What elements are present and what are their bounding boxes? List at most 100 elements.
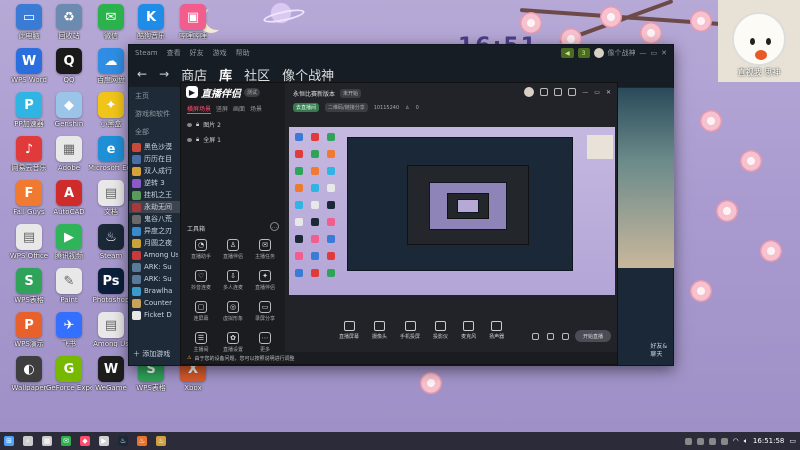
- sidebar-home[interactable]: 主页: [129, 87, 181, 105]
- source-control[interactable]: 摄像头: [372, 320, 387, 340]
- taskbar-app-icon[interactable]: ♨: [118, 436, 128, 446]
- close-icon[interactable]: ✕: [661, 49, 667, 57]
- stream-preview[interactable]: [289, 127, 615, 295]
- game-list-item[interactable]: Among Us: [129, 249, 181, 261]
- toolbox-item[interactable]: ✦ 直播伴侣: [249, 270, 281, 291]
- toolbox-item[interactable]: ✉ 主播任务: [249, 239, 281, 260]
- game-list-item[interactable]: Counter: [129, 297, 181, 309]
- settings-icon[interactable]: [540, 88, 549, 96]
- desktop-icon[interactable]: ◆ Genshin: [46, 92, 92, 128]
- desktop-icon[interactable]: ✈ 飞书: [46, 312, 92, 348]
- game-list-item[interactable]: 鬼谷八荒: [129, 213, 181, 225]
- game-list-item[interactable]: 双人成行: [129, 165, 181, 177]
- camera-toggle-icon[interactable]: [532, 333, 539, 340]
- username-label[interactable]: 像个战神: [608, 48, 636, 58]
- tray-icon[interactable]: [696, 437, 704, 445]
- tray-icon[interactable]: [720, 437, 728, 445]
- taskbar-app-icon[interactable]: ♨: [156, 436, 166, 446]
- wallet-button[interactable]: 3: [577, 48, 590, 58]
- desktop-icon[interactable]: ▶ 腾讯视频: [46, 224, 92, 260]
- rotate-icon[interactable]: [547, 333, 554, 340]
- toolbox-item[interactable]: ♙ 直播伴侣: [217, 239, 249, 260]
- mail-icon[interactable]: [554, 88, 563, 96]
- source-control[interactable]: 扬声器: [489, 320, 504, 340]
- toolbox-item[interactable]: ♡ 抖音连麦: [185, 270, 217, 291]
- source-control[interactable]: 麦克风: [461, 320, 476, 340]
- game-list-item[interactable]: 逆转 3: [129, 177, 181, 189]
- live-companion-window[interactable]: ▶ 直播伴侣 测试 横屏场景 竖屏 画面 场景 🔒︎ 图片 2 🔒︎ 全屏 1 …: [180, 82, 618, 365]
- share-link-button[interactable]: 二维码/链接分享: [325, 103, 368, 112]
- nav-library[interactable]: 库: [219, 65, 232, 84]
- menu-view[interactable]: 查看: [167, 48, 181, 58]
- maximize-icon[interactable]: ▭: [651, 49, 658, 57]
- source-control[interactable]: 投影仪: [433, 320, 448, 340]
- game-list-item[interactable]: ARK: Su: [129, 273, 181, 285]
- menu-steam[interactable]: Steam: [135, 49, 158, 57]
- taskbar-app-icon[interactable]: ▦: [42, 436, 52, 446]
- taskbar-app-icon[interactable]: ♨: [137, 436, 147, 446]
- tab-landscape[interactable]: 横屏场景: [187, 104, 212, 114]
- toolbox-item[interactable]: ⇩ 多人连麦: [217, 270, 249, 291]
- friends-chat-button[interactable]: 好友& 聊天: [650, 343, 667, 359]
- taskbar-app-icon[interactable]: ✉: [61, 436, 71, 446]
- game-list-item[interactable]: 挂机之王: [129, 189, 181, 201]
- desktop-icon[interactable]: ▣ 哔哩哔哩: [170, 4, 216, 40]
- game-list-item[interactable]: 黑色沙漠: [129, 141, 181, 153]
- lock-icon[interactable]: 🔒︎: [196, 136, 199, 144]
- layer-item[interactable]: 🔒︎ 全屏 1: [181, 132, 285, 147]
- volume-icon[interactable]: 🔈︎: [744, 437, 748, 446]
- desktop-icon[interactable]: Q QQ: [46, 48, 92, 84]
- game-list-item[interactable]: ARK: Su: [129, 261, 181, 273]
- add-game-button[interactable]: ＋ 添加游戏: [133, 349, 170, 359]
- network-icon[interactable]: ◠: [733, 437, 739, 445]
- desktop-icon[interactable]: ▦ Adobe: [46, 136, 92, 172]
- start-icon[interactable]: ⊞: [4, 436, 14, 446]
- game-list-item[interactable]: 异度之刃: [129, 225, 181, 237]
- tray-icon[interactable]: [684, 437, 692, 445]
- nav-profile[interactable]: 像个战神: [282, 65, 334, 84]
- game-list-item[interactable]: 历历在目: [129, 153, 181, 165]
- forward-arrow-icon[interactable]: →: [159, 67, 169, 81]
- game-list-item[interactable]: Brawlha: [129, 285, 181, 297]
- minimize-icon[interactable]: —: [640, 49, 647, 57]
- lock-icon[interactable]: 🔒︎: [196, 121, 199, 129]
- footer-message[interactable]: 由于您的设备问题，您可以按照说明进行调整: [194, 355, 294, 362]
- eye-icon[interactable]: [187, 137, 192, 142]
- toolbox-item[interactable]: ◔ 直播助手: [185, 239, 217, 260]
- maximize-icon[interactable]: ▭: [594, 89, 600, 96]
- layer-item[interactable]: 🔒︎ 图片 2: [181, 117, 285, 132]
- nav-store[interactable]: 商店: [181, 65, 207, 84]
- toolbox-item[interactable]: ◎ 虚拟形象: [217, 301, 249, 322]
- desktop-icon[interactable]: G GeForce Experience: [46, 356, 92, 392]
- notification-icon[interactable]: ▭: [789, 437, 796, 445]
- desktop-icon[interactable]: ✎ Paint: [46, 268, 92, 304]
- tab-canvas[interactable]: 画面: [233, 104, 245, 114]
- menu-icon[interactable]: [568, 88, 577, 96]
- minimize-icon[interactable]: —: [582, 89, 588, 96]
- streamer-avatar[interactable]: [524, 87, 535, 97]
- gear-icon[interactable]: [562, 333, 569, 340]
- tab-scene[interactable]: 场景: [250, 104, 262, 114]
- tab-portrait[interactable]: 竖屏: [216, 104, 228, 114]
- toolbox-item[interactable]: ☰ 主播闹: [185, 332, 217, 353]
- desktop-icon[interactable]: K 酷狗音乐: [128, 4, 174, 40]
- source-control[interactable]: 手机投屏: [400, 320, 420, 340]
- game-list-item[interactable]: 月圆之夜: [129, 237, 181, 249]
- eye-icon[interactable]: [187, 122, 192, 127]
- menu-games[interactable]: 游戏: [213, 48, 227, 58]
- source-control[interactable]: 直播屏幕: [339, 320, 359, 340]
- sidebar-all-label[interactable]: 全部: [129, 123, 181, 141]
- back-arrow-icon[interactable]: ←: [137, 67, 147, 81]
- menu-friends[interactable]: 好友: [190, 48, 204, 58]
- taskbar-app-icon[interactable]: ▶: [99, 436, 109, 446]
- start-stream-button[interactable]: 开始直播: [575, 330, 611, 342]
- menu-help[interactable]: 帮助: [236, 48, 250, 58]
- sidebar-games-filter[interactable]: 游戏和软件: [129, 105, 181, 123]
- stream-title[interactable]: 永恒比赛新版本: [293, 89, 335, 98]
- taskbar-app-icon[interactable]: ◆: [80, 436, 90, 446]
- toolbox-item[interactable]: ▢ 连屏幕: [185, 301, 217, 322]
- toolbox-item[interactable]: ✿ 直播设置: [217, 332, 249, 353]
- desktop-icon[interactable]: ♻ 回收站: [46, 4, 92, 40]
- toolbox-item[interactable]: ⋯ 更多: [249, 332, 281, 353]
- taskbar-clock[interactable]: 16:51:58: [753, 437, 784, 445]
